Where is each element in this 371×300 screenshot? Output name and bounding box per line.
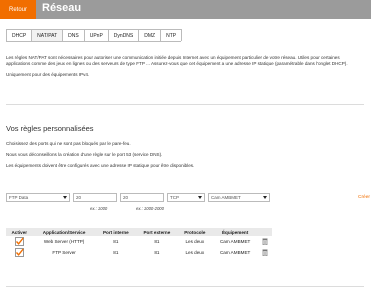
column-header-active: Activer [6,228,33,236]
tab-dmz[interactable]: DMZ [138,29,162,41]
intro-text: Les règles NAT/PAT sont nécessaires pour… [6,55,362,84]
external-port-value: 20 [123,195,129,200]
delete-cell [258,247,272,258]
divider [6,104,364,105]
application-cell: Web Server (HTTP) [43,239,85,244]
rules-table: Activer Application/Service Port interne… [6,228,272,258]
table-header-row: Activer Application/Service Port interne… [6,228,272,236]
protocol-cell: Les deux [185,239,205,244]
column-header-delete [258,228,272,236]
delete-cell [258,236,272,247]
tab-nat-pat[interactable]: NAT/PAT [31,29,64,41]
protocol-select-value: TCP [170,195,179,200]
rules-instructions: Choisissez des ports qui ne sont pas blo… [6,141,194,175]
instruction-static-ip: Les équipements doivent être configurés … [6,163,195,169]
device-cell: Cam AMBMET [219,250,251,255]
external-port-cell: 81 [154,250,160,255]
divider [6,286,364,287]
trash-icon[interactable] [262,238,268,245]
tab-dyndns[interactable]: DynDNS [107,29,140,41]
new-rule-form: FTP Data 20 20 TCP Cam AMBMET [6,193,366,203]
application-select-value: FTP Data [9,195,29,200]
external-port-cell: 81 [154,239,160,244]
active-checkbox[interactable] [14,236,24,246]
active-checkbox[interactable] [14,247,24,257]
tab-dhcp[interactable]: DHCP [6,29,33,41]
external-port-hint: ex.: 1000-2000 [136,206,164,211]
instruction-ports: Choisissez des ports qui ne sont pas blo… [6,141,131,146]
table-row: Web Server (HTTP) 81 81 Les deux Cam AMB… [6,236,272,247]
external-port-input[interactable]: 20 [120,193,164,202]
tab-upnp[interactable]: UPnP [83,29,109,41]
active-cell [6,247,33,258]
trash-icon[interactable] [262,249,268,256]
column-header-protocol: Protocole [177,228,212,236]
checkmark-icon [14,236,24,246]
chevron-down-icon [263,196,267,199]
create-rule-link[interactable]: Créer [358,195,370,200]
page-title: Réseau [42,2,82,14]
back-button[interactable]: Retour [0,0,36,19]
protocol-cell: Les deux [185,250,205,255]
chevron-down-icon [198,196,202,199]
active-cell [6,236,33,247]
device-select-value: Cam AMBMET [211,195,241,200]
tab-bar: DHCP NAT/PAT DNS UPnP DynDNS DMZ NTP [6,29,183,42]
top-bar: Retour Réseau [0,0,371,19]
application-cell: FTP Server [52,250,76,255]
column-header-device: Équipement [211,228,259,236]
device-cell: Cam AMBMET [219,239,251,244]
device-select[interactable]: Cam AMBMET [208,193,270,202]
column-header-external-port: Port externe [136,228,178,236]
table-row: FTP Server 81 81 Les deux Cam AMBMET [6,247,272,258]
column-header-internal-port: Port interne [95,228,137,236]
instruction-dns: Nous vous déconseillons la création d'un… [6,152,163,158]
checkmark-icon [14,247,24,257]
tab-dns[interactable]: DNS [62,29,85,41]
application-select[interactable]: FTP Data [6,193,70,202]
internal-port-value: 20 [76,195,82,200]
column-header-application: Application/Service [32,228,96,236]
internal-port-hint: ex.: 1000 [90,206,108,211]
internal-port-cell: 81 [113,250,119,255]
protocol-select[interactable]: TCP [167,193,205,202]
intro-paragraph: Les règles NAT/PAT sont nécessaires pour… [6,55,348,67]
section-title: Vos règles personnalisées [6,124,94,133]
chevron-down-icon [63,196,67,199]
tab-ntp[interactable]: NTP [160,29,183,41]
internal-port-input[interactable]: 20 [73,193,117,202]
internal-port-cell: 81 [113,239,119,244]
ipv4-note: Uniquement pour des équipements IPv4. [6,72,90,78]
